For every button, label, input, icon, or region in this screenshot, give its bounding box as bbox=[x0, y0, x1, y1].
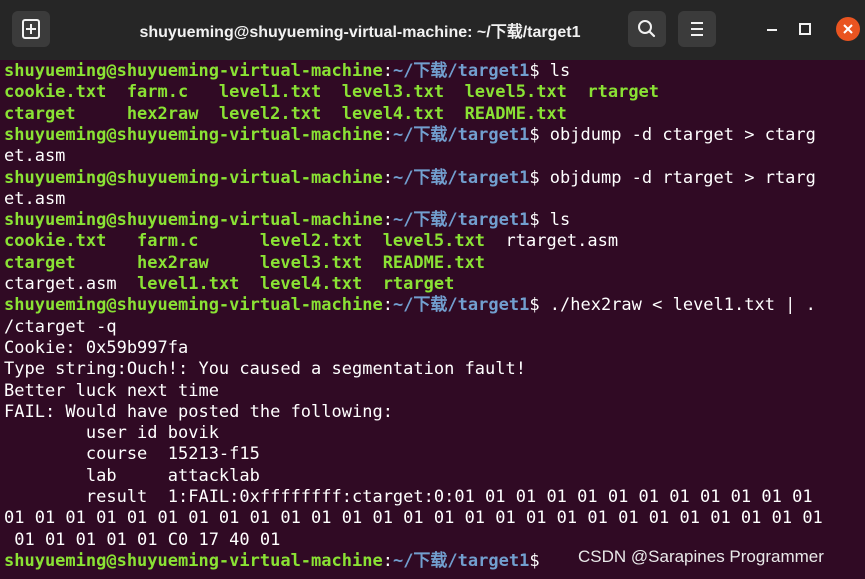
terminal-text-segment: et.asm bbox=[4, 146, 66, 167]
minimize-button[interactable] bbox=[760, 17, 784, 41]
terminal-line: ctarget.asm level1.txt level4.txt rtarge… bbox=[4, 273, 454, 295]
terminal-line: cookie.txt farm.c level2.txt level5.txt … bbox=[4, 230, 618, 252]
terminal-line: et.asm bbox=[4, 145, 65, 167]
watermark: CSDN @Sarapines Programmer bbox=[578, 547, 824, 566]
terminal-line: /ctarget -q bbox=[4, 316, 117, 338]
terminal-text-segment: FAIL: Would have posted the following: bbox=[4, 401, 393, 422]
terminal-text-segment: $ ls bbox=[529, 61, 571, 81]
terminal-text-segment: rtarget.asm bbox=[505, 231, 619, 252]
new-tab-button[interactable] bbox=[12, 11, 50, 47]
terminal-line: shuyueming@shuyueming-virtual-machine:~/… bbox=[4, 124, 816, 146]
close-icon bbox=[836, 17, 860, 41]
terminal-line: course 15213-f15 bbox=[4, 443, 260, 465]
terminal-text-segment: level1.txt level4.txt rtarget bbox=[137, 274, 455, 294]
terminal-line: shuyueming@shuyueming-virtual-machine:~/… bbox=[4, 209, 570, 231]
terminal-text-segment: ~/下载/target1 bbox=[392, 124, 530, 145]
search-button[interactable] bbox=[628, 11, 666, 47]
terminal-text-segment: : bbox=[382, 210, 393, 231]
terminal-text-segment: user id bovik bbox=[4, 423, 219, 444]
terminal-line: Cookie: 0x59b997fa bbox=[4, 337, 188, 359]
terminal-text-segment: $ objdump -d ctarget > ctarg bbox=[529, 124, 816, 145]
terminal-text-segment: $ ./hex2raw < level1.txt | . bbox=[529, 295, 816, 316]
terminal-line: 01 01 01 01 01 C0 17 40 01 bbox=[4, 529, 280, 551]
maximize-button[interactable] bbox=[793, 17, 817, 41]
terminal-text-segment: /ctarget -q bbox=[4, 316, 117, 337]
terminal-text-segment: $ objdump -d rtarget > rtarg bbox=[529, 167, 816, 188]
terminal-line: shuyueming@shuyueming-virtual-machine:~/… bbox=[4, 550, 550, 572]
terminal-text-segment: ~/下载/target1 bbox=[392, 295, 530, 316]
terminal-window: shuyueming@shuyueming-virtual-machine: ~… bbox=[0, 0, 865, 579]
hamburger-menu-icon bbox=[678, 11, 716, 47]
search-icon bbox=[628, 11, 666, 47]
window-title: shuyueming@shuyueming-virtual-machine: ~… bbox=[139, 24, 581, 41]
terminal-line: Type string:Ouch!: You caused a segmenta… bbox=[4, 358, 526, 380]
terminal-text-segment: result 1:FAIL:0xffffffff:ctarget:0:01 01… bbox=[4, 487, 813, 507]
terminal-line: shuyueming@shuyueming-virtual-machine:~/… bbox=[4, 167, 816, 189]
terminal-text-segment: Better luck next time bbox=[4, 380, 219, 401]
terminal-text-segment: shuyueming@shuyueming-virtual-machine bbox=[4, 295, 383, 316]
terminal-text-segment: shuyueming@shuyueming-virtual-machine bbox=[4, 124, 383, 145]
terminal-line: shuyueming@shuyueming-virtual-machine:~/… bbox=[4, 294, 816, 316]
minimize-icon bbox=[760, 17, 784, 41]
terminal-text-segment: Type string:Ouch!: You caused a segmenta… bbox=[4, 359, 526, 380]
terminal-text-segment: Cookie: 0x59b997fa bbox=[4, 337, 189, 358]
terminal-text-segment: : bbox=[382, 550, 393, 571]
terminal-text-segment: lab attacklab bbox=[4, 465, 260, 486]
terminal-text-segment: shuyueming@shuyueming-virtual-machine bbox=[4, 210, 383, 231]
terminal-text-segment: : bbox=[382, 124, 393, 145]
terminal-line: ctarget hex2raw level2.txt level4.txt RE… bbox=[4, 103, 567, 125]
terminal-text-segment: ~/下载/target1 bbox=[392, 61, 530, 81]
terminal-text-segment: ~/下载/target1 bbox=[392, 550, 530, 571]
terminal-line: Better luck next time bbox=[4, 380, 219, 402]
terminal-text-segment: ~/下载/target1 bbox=[392, 167, 530, 188]
terminal-line: shuyueming@shuyueming-virtual-machine:~/… bbox=[4, 60, 570, 82]
terminal-line: user id bovik bbox=[4, 422, 219, 444]
menu-button[interactable] bbox=[678, 11, 716, 47]
terminal-text-segment: 01 01 01 01 01 01 01 01 01 01 01 01 01 0… bbox=[4, 508, 823, 529]
terminal-line: ctarget hex2raw level3.txt README.txt bbox=[4, 252, 485, 274]
terminal-line: lab attacklab bbox=[4, 465, 260, 487]
terminal-text-segment: 01 01 01 01 01 C0 17 40 01 bbox=[4, 529, 281, 550]
terminal-text-segment: ctarget hex2raw level3.txt README.txt bbox=[4, 252, 486, 273]
terminal-text-segment: shuyueming@shuyueming-virtual-machine bbox=[4, 550, 383, 571]
title-bar[interactable]: shuyueming@shuyueming-virtual-machine: ~… bbox=[0, 0, 865, 60]
terminal-text-segment: ctarget hex2raw level2.txt level4.txt RE… bbox=[4, 103, 567, 124]
terminal-line: cookie.txt farm.c level1.txt level3.txt … bbox=[4, 81, 659, 103]
terminal-text-segment: cookie.txt farm.c level2.txt level5.txt bbox=[4, 231, 506, 252]
terminal-line: result 1:FAIL:0xffffffff:ctarget:0:01 01… bbox=[4, 486, 813, 508]
terminal-text-segment: cookie.txt farm.c level1.txt level3.txt … bbox=[4, 82, 660, 103]
terminal-text-segment: : bbox=[382, 295, 393, 316]
close-button[interactable] bbox=[836, 17, 860, 41]
terminal-text-segment: ctarget.asm bbox=[4, 274, 138, 294]
terminal-text-segment: et.asm bbox=[4, 188, 66, 209]
maximize-icon bbox=[793, 17, 817, 41]
terminal-text-segment: : bbox=[382, 167, 393, 188]
terminal-line: 01 01 01 01 01 01 01 01 01 01 01 01 01 0… bbox=[4, 507, 823, 529]
terminal-text-segment: shuyueming@shuyueming-virtual-machine bbox=[4, 167, 383, 188]
terminal-text-segment: $ bbox=[529, 550, 550, 571]
terminal-text-segment: $ ls bbox=[529, 210, 571, 231]
terminal-text-segment: shuyueming@shuyueming-virtual-machine bbox=[4, 61, 383, 81]
terminal-text-segment: ~/下载/target1 bbox=[392, 210, 530, 231]
terminal-text-segment: course 15213-f15 bbox=[4, 444, 260, 465]
terminal-output[interactable]: shuyueming@shuyueming-virtual-machine:~/… bbox=[0, 60, 865, 579]
terminal-text-segment: : bbox=[382, 61, 393, 81]
new-tab-icon bbox=[12, 11, 50, 47]
terminal-line: FAIL: Would have posted the following: bbox=[4, 401, 393, 423]
terminal-line: et.asm bbox=[4, 188, 65, 210]
